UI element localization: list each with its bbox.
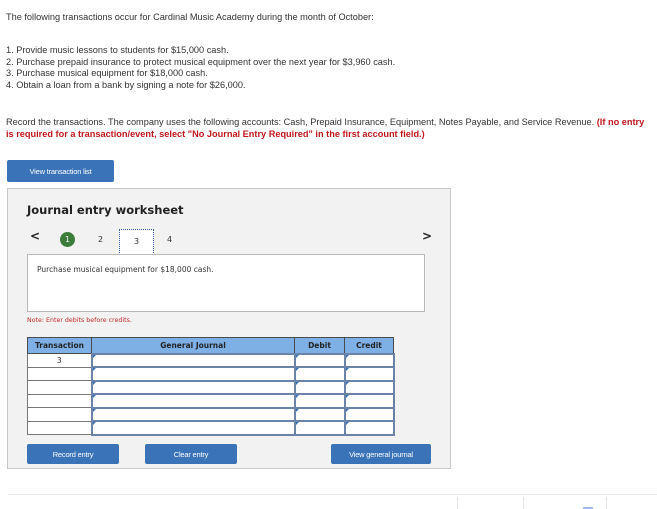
account-input[interactable] bbox=[90, 366, 296, 382]
transaction-cell bbox=[27, 407, 92, 422]
footer-separator bbox=[457, 497, 458, 509]
table-row bbox=[27, 393, 395, 409]
transaction-item: 3. Purchase musical equipment for $18,00… bbox=[6, 68, 208, 78]
transaction-cell bbox=[27, 366, 92, 381]
header-credit: Credit bbox=[344, 337, 394, 354]
table-row bbox=[27, 420, 395, 436]
debit-input[interactable] bbox=[293, 406, 346, 422]
worksheet-title: Journal entry worksheet bbox=[27, 203, 184, 217]
footer-separator bbox=[523, 497, 524, 509]
account-input[interactable] bbox=[90, 406, 296, 422]
debit-input[interactable] bbox=[293, 393, 346, 409]
transaction-cell bbox=[27, 420, 92, 435]
record-entry-button[interactable]: Record entry bbox=[27, 444, 119, 464]
instructions: Record the transactions. The company use… bbox=[6, 117, 646, 140]
credit-input[interactable] bbox=[343, 352, 395, 368]
account-input[interactable] bbox=[90, 420, 296, 436]
transaction-cell bbox=[27, 380, 92, 395]
debit-input[interactable] bbox=[293, 366, 346, 382]
step-3-active[interactable]: 3 bbox=[119, 229, 154, 255]
journal-header-row: Transaction General Journal Debit Credit bbox=[27, 337, 394, 354]
instructions-text: Record the transactions. The company use… bbox=[6, 117, 595, 127]
journal-table: Transaction General Journal Debit Credit… bbox=[27, 337, 395, 436]
account-input[interactable] bbox=[90, 379, 296, 395]
transaction-item: 2. Purchase prepaid insurance to protect… bbox=[6, 56, 396, 67]
transaction-item: 1. Provide music lessons to students for… bbox=[6, 45, 229, 55]
table-row: 3 bbox=[27, 352, 395, 368]
view-transaction-list-button[interactable]: View transaction list bbox=[7, 160, 114, 182]
step-4[interactable]: 4 bbox=[167, 235, 172, 244]
credit-input[interactable] bbox=[343, 379, 395, 395]
transaction-cell: 3 bbox=[27, 353, 92, 368]
account-input[interactable] bbox=[90, 352, 296, 368]
header-transaction: Transaction bbox=[27, 337, 92, 354]
credit-input[interactable] bbox=[343, 406, 395, 422]
table-row bbox=[27, 366, 395, 382]
account-input[interactable] bbox=[90, 393, 296, 409]
transaction-item: 4. Obtain a loan from a bank by signing … bbox=[6, 79, 246, 90]
debit-input[interactable] bbox=[293, 352, 346, 368]
step-1-completed[interactable]: 1 bbox=[60, 232, 75, 247]
debit-input[interactable] bbox=[293, 379, 346, 395]
credit-input[interactable] bbox=[343, 366, 395, 382]
table-row bbox=[27, 406, 395, 422]
clear-entry-button[interactable]: Clear entry bbox=[145, 444, 237, 464]
transaction-description: Purchase musical equipment for $18,000 c… bbox=[27, 254, 425, 312]
footer-separator bbox=[606, 497, 607, 509]
debit-input[interactable] bbox=[293, 420, 346, 436]
chevron-left-icon[interactable]: < bbox=[30, 229, 40, 243]
transaction-cell bbox=[27, 393, 92, 408]
credit-input[interactable] bbox=[343, 420, 395, 436]
view-general-journal-button[interactable]: View general journal bbox=[331, 444, 431, 464]
header-debit: Debit bbox=[294, 337, 345, 354]
transaction-list: 1. Provide music lessons to students for… bbox=[6, 45, 395, 91]
footer-divider bbox=[8, 494, 657, 495]
step-2[interactable]: 2 bbox=[98, 235, 103, 244]
journal-entry-worksheet: Journal entry worksheet < 1 2 3 4 > Purc… bbox=[7, 188, 451, 469]
header-general-journal: General Journal bbox=[91, 337, 295, 354]
debits-note: Note: Enter debits before credits. bbox=[27, 317, 132, 324]
chevron-right-icon[interactable]: > bbox=[422, 229, 432, 243]
credit-input[interactable] bbox=[343, 393, 395, 409]
table-row bbox=[27, 379, 395, 395]
intro-text: The following transactions occur for Car… bbox=[6, 12, 374, 22]
